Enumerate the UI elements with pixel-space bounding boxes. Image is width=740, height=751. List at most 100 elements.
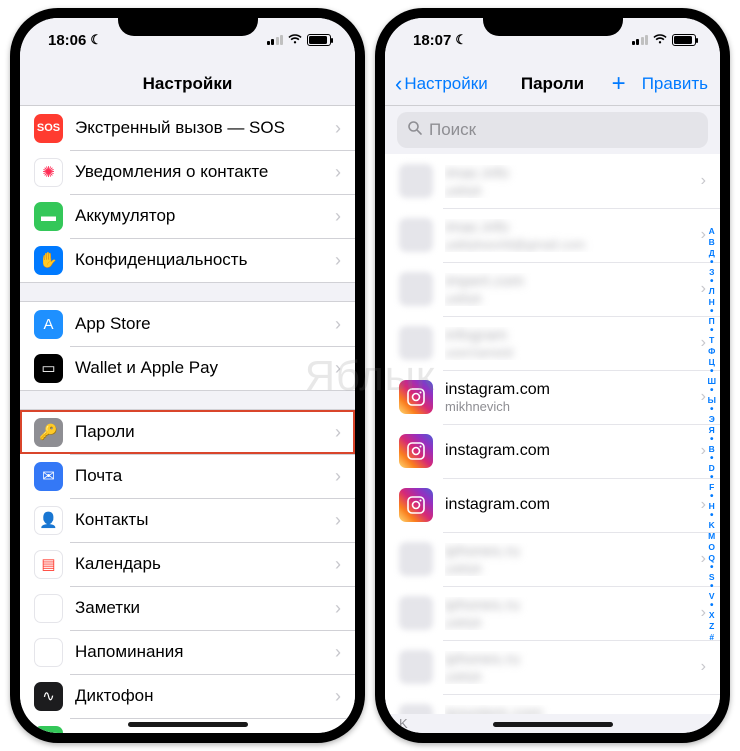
password-subtitle: yablyk [445,669,688,684]
index-letter[interactable]: Z [709,621,714,631]
settings-row-appstore[interactable]: AApp Store› [20,302,355,346]
index-letter[interactable]: В [709,237,715,247]
settings-row-reminders[interactable]: ⋮Напоминания› [20,630,355,674]
blur-icon [399,704,433,714]
password-subtitle: yablyk [445,615,688,630]
password-subtitle: yablyk [445,561,688,576]
index-letter[interactable]: X [709,610,715,620]
index-letter[interactable]: • [710,308,714,315]
index-letter[interactable]: O [708,542,715,552]
page-title: Пароли [521,74,584,94]
index-letter[interactable]: • [710,583,714,590]
mail-icon: ✉ [34,462,63,491]
index-letter[interactable]: Ф [708,346,715,356]
settings-row-contacts[interactable]: 👤 Контакты› [20,498,355,542]
index-letter[interactable]: • [710,368,714,375]
edit-button[interactable]: Править [642,74,708,94]
index-letter[interactable]: Л [709,286,715,296]
settings-row-mail[interactable]: ✉Почта› [20,454,355,498]
notch [118,8,258,36]
index-letter[interactable]: Э [709,414,715,424]
index-letter[interactable]: Т [709,335,714,345]
search-placeholder: Поиск [429,120,476,140]
notes-icon: ☰ [34,594,63,623]
alphabet-index[interactable]: АВД•З•ЛН•П•ТФЦ•Ш•Ы•ЭЯ•B•D•F•H•KMOQ•S•V•X… [705,154,718,714]
chevron-right-icon: › [335,358,341,379]
index-letter[interactable]: А [709,226,715,236]
settings-row-exposure[interactable]: ✺Уведомления о контакте› [20,150,355,194]
chevron-right-icon: › [335,686,341,707]
home-indicator[interactable] [128,722,248,727]
settings-row-notes[interactable]: ☰ Заметки› [20,586,355,630]
chevron-right-icon: › [335,314,341,335]
index-letter[interactable]: • [710,602,714,609]
row-label: App Store [75,314,335,334]
row-label: Напоминания [75,642,335,662]
password-title: imac.info [445,165,688,183]
password-title: instagram.com [445,381,688,399]
wifi-icon [287,32,303,48]
index-letter[interactable]: • [710,387,714,394]
password-title: ipsystem.com [445,705,688,715]
index-letter[interactable]: • [710,406,714,413]
row-label: Аккумулятор [75,206,335,226]
home-indicator[interactable] [493,722,613,727]
password-row[interactable]: instagram.commikhnevich› [385,370,720,424]
password-row[interactable]: ipsystem.comyablykworld› [385,694,720,714]
add-button[interactable]: + [612,72,626,96]
password-row[interactable]: impert.comyablyk› [385,262,720,316]
index-letter[interactable]: • [710,278,714,285]
password-row[interactable]: instagram.com› [385,478,720,532]
chevron-right-icon: › [335,598,341,619]
chevron-right-icon: › [335,510,341,531]
index-letter[interactable]: • [710,327,714,334]
blur-icon [399,650,433,684]
settings-row-privacy[interactable]: ✋Конфиденциальность› [20,238,355,282]
row-label: Уведомления о контакте [75,162,335,182]
index-letter[interactable]: M [708,531,715,541]
settings-row-passwords[interactable]: 🔑Пароли› [20,410,355,454]
settings-row-wallet[interactable]: ▭Wallet и Apple Pay› [20,346,355,390]
index-letter[interactable]: • [710,259,714,266]
contacts-icon: 👤 [34,506,63,535]
row-label: Диктофон [75,686,335,706]
index-letter[interactable]: • [710,455,714,462]
status-time: 18:07 [413,32,451,49]
chevron-right-icon: › [335,466,341,487]
index-letter[interactable]: • [710,474,714,481]
cellular-icon [267,35,284,45]
password-row[interactable]: iphones.ruyablyk› [385,532,720,586]
index-letter[interactable]: # [709,632,714,642]
settings-row-sos[interactable]: SOSЭкстренный вызов — SOS› [20,106,355,150]
row-label: Контакты [75,510,335,530]
password-subtitle: usernameid [445,345,688,360]
password-row[interactable]: imac.infoyablyk› [385,154,720,208]
password-row[interactable]: instagram.com› [385,424,720,478]
row-label: Заметки [75,598,335,618]
password-row[interactable]: iphones.ruyablyk› [385,586,720,640]
blur-icon [399,596,433,630]
chevron-right-icon: › [335,642,341,663]
password-row[interactable]: iphones.ruyablyk› [385,640,720,694]
index-letter[interactable]: • [710,493,714,500]
index-letter[interactable]: • [710,512,714,519]
index-letter[interactable]: • [710,564,714,571]
settings-row-voice[interactable]: ∿Диктофон› [20,674,355,718]
battery-icon: ▬ [34,202,63,231]
dnd-icon: ☾ [90,32,102,48]
row-label: Конфиденциальность [75,250,335,270]
search-input[interactable]: Поиск [397,112,708,148]
index-letter[interactable]: K [709,520,715,530]
settings-row-calendar[interactable]: ▤Календарь› [20,542,355,586]
index-letter[interactable]: • [710,436,714,443]
password-row[interactable]: infogramusernameid› [385,316,720,370]
status-time: 18:06 [48,32,86,49]
password-row[interactable]: imac.infoyablykworld@gmail.com› [385,208,720,262]
back-button[interactable]: ‹ Настройки [395,73,488,95]
settings-row-battery[interactable]: ▬Аккумулятор› [20,194,355,238]
phone-passwords: 18:07 ☾ ‹ Настройки Пароли + Править [375,8,730,743]
insta-icon [399,380,433,414]
blur-icon [399,164,433,198]
cellular-icon [632,35,649,45]
sos-icon: SOS [34,114,63,143]
